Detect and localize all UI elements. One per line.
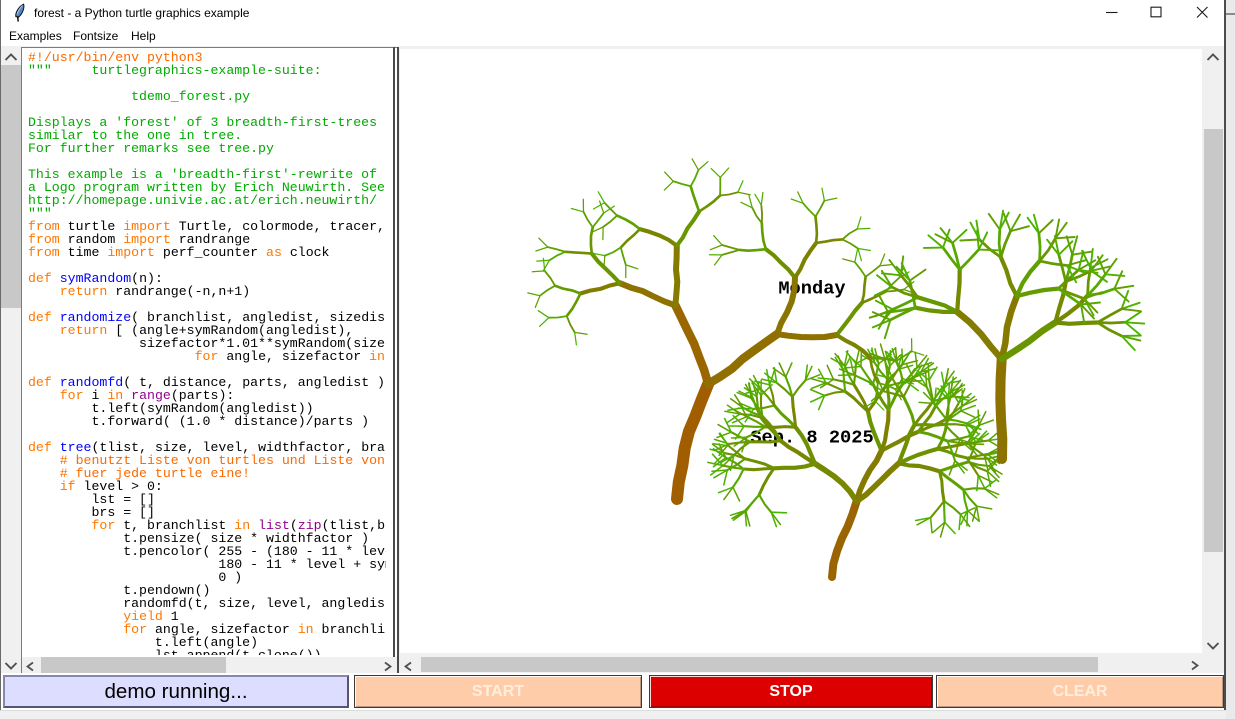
svg-text:Sep. 8 2025: Sep. 8 2025 [750, 427, 873, 449]
svg-text:Monday: Monday [778, 278, 845, 300]
